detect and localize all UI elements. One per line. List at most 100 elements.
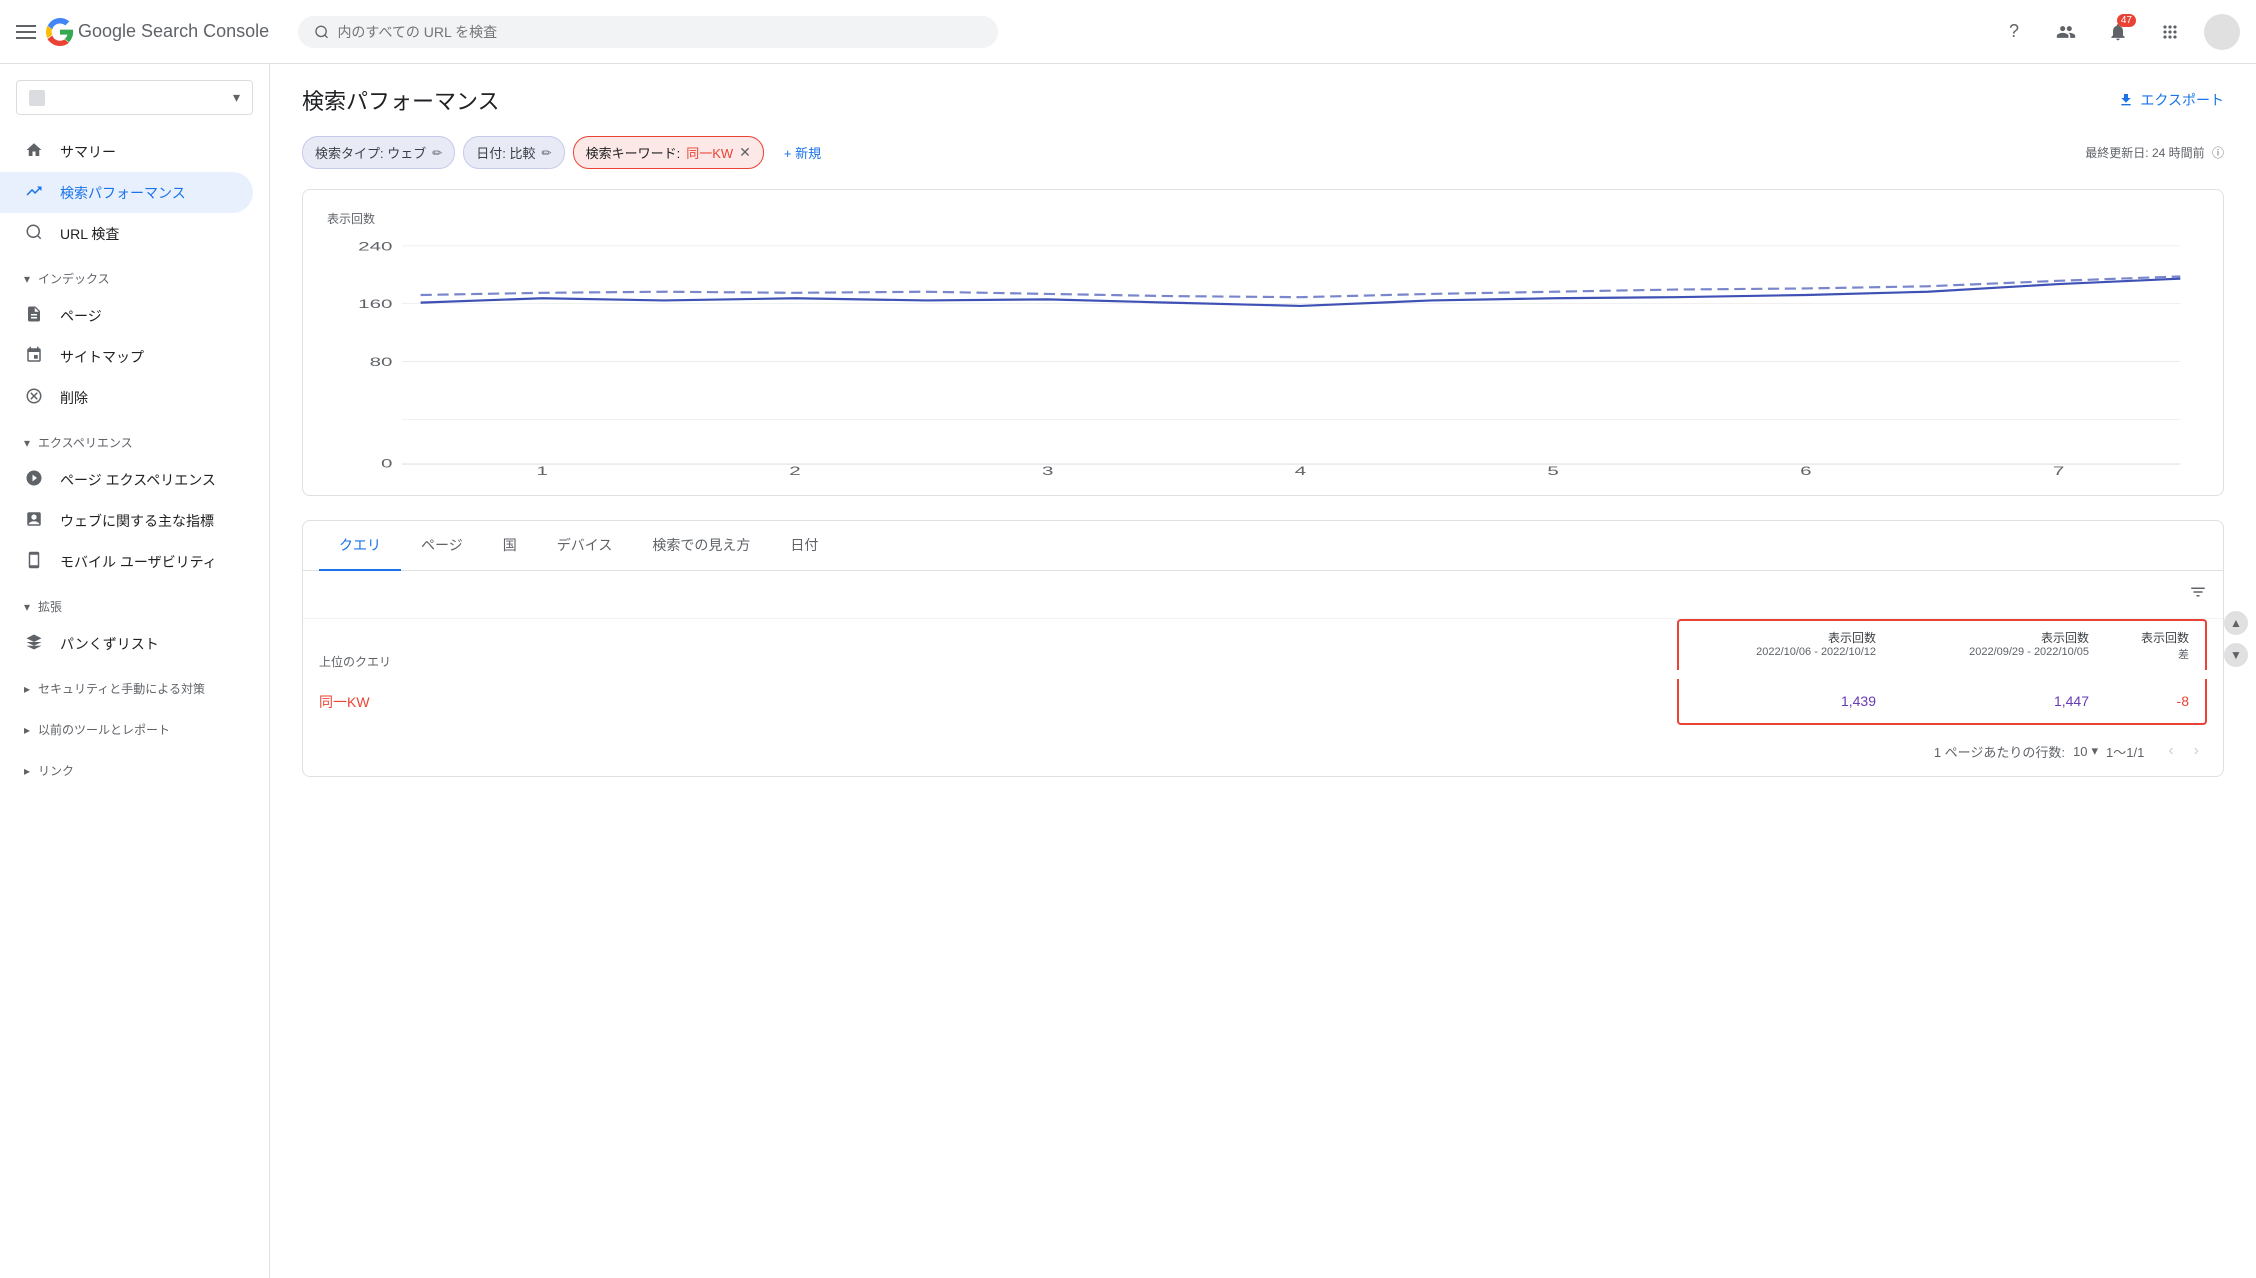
next-page-button[interactable]: › — [2186, 738, 2207, 764]
google-logo-icon — [46, 18, 74, 46]
chip-keyword-label: 検索キーワード: — [586, 143, 681, 162]
tab-page[interactable]: ページ — [401, 521, 483, 571]
links-section-header[interactable]: ▸ リンク — [0, 754, 269, 787]
notifications-button[interactable]: 47 — [2100, 14, 2136, 50]
sidebar-item-page-experience[interactable]: ページ エクスペリエンス — [0, 459, 253, 500]
page-experience-icon — [24, 469, 44, 490]
row-highlighted: 1,439 1,447 -8 — [1677, 679, 2207, 725]
tab-search-appearance[interactable]: 検索での見え方 — [632, 521, 770, 571]
legacy-section-label: 以前のツールとレポート — [38, 721, 170, 738]
security-chevron-icon: ▸ — [24, 682, 30, 696]
sidebar-label-breadcrumbs: パンくずリスト — [60, 634, 159, 654]
export-button[interactable]: エクスポート — [2118, 90, 2224, 110]
tab-date[interactable]: 日付 — [770, 521, 838, 571]
last-updated-text: 最終更新日: 24 時間前 — [2085, 146, 2204, 160]
sidebar-item-mobile-usability[interactable]: モバイル ユーザビリティ — [0, 541, 253, 582]
experience-section-header[interactable]: ▾ エクスペリエンス — [0, 426, 269, 459]
diff-cell: -8 — [2105, 679, 2205, 723]
chip-edit-icon[interactable]: ✏ — [432, 146, 442, 160]
table-row: 同一KW 1,439 1,447 -8 — [319, 678, 2207, 726]
chip-keyword[interactable]: 検索キーワード: 同一KW ✕ — [573, 136, 764, 169]
accounts-button[interactable] — [2048, 14, 2084, 50]
index-section-header[interactable]: ▾ インデックス — [0, 262, 269, 295]
column-headers-highlighted: 表示回数 2022/10/06 - 2022/10/12 表示回数 2022/0… — [1677, 619, 2207, 670]
new-filter-button[interactable]: + 新規 — [772, 137, 833, 168]
svg-text:3: 3 — [1042, 464, 1053, 475]
extensions-section: ▾ 拡張 パンくずリスト — [0, 590, 269, 664]
tabs: クエリ ページ 国 デバイス 検索での見え方 日付 — [303, 521, 2223, 571]
mobile-icon — [24, 551, 44, 572]
notification-badge: 47 — [2117, 14, 2136, 27]
sidebar-item-url-inspection[interactable]: URL 検査 — [0, 213, 253, 254]
pagination-info: 1 ページあたりの行数: 10 ▾ 1〜1/1 — [1934, 742, 2145, 761]
sidebar-item-removal[interactable]: 削除 — [0, 377, 253, 418]
new-filter-label: + 新規 — [784, 143, 821, 162]
scroll-up-button[interactable]: ▲ — [2224, 611, 2248, 635]
chart-y-label: 表示回数 — [327, 210, 2199, 227]
page-title: 検索パフォーマンス — [302, 84, 500, 116]
pagination: 1 ページあたりの行数: 10 ▾ 1〜1/1 ‹ › — [303, 726, 2223, 776]
chip-search-type[interactable]: 検索タイプ: ウェブ ✏ — [302, 136, 455, 169]
extensions-section-header[interactable]: ▾ 拡張 — [0, 590, 269, 623]
extensions-chevron-icon: ▾ — [24, 600, 30, 614]
security-section-header[interactable]: ▸ セキュリティと手動による対策 — [0, 672, 269, 705]
col-header-impressions2: 表示回数 2022/09/29 - 2022/10/05 — [1892, 621, 2105, 670]
sidebar-item-summary[interactable]: サマリー — [0, 131, 253, 172]
rows-select[interactable]: 10 ▾ — [2073, 743, 2098, 759]
svg-text:240: 240 — [358, 240, 392, 254]
pages-icon — [24, 305, 44, 326]
main-layout: ▾ サマリー 検索パフォーマンス URL 検査 ▾ インデックス — [0, 64, 2256, 1278]
svg-text:2: 2 — [789, 464, 800, 475]
tab-country[interactable]: 国 — [483, 521, 537, 571]
sidebar-label-search-performance: 検索パフォーマンス — [60, 183, 186, 203]
tab-page-label: ページ — [421, 537, 463, 553]
search-input[interactable] — [337, 24, 982, 40]
sidebar-label-page-experience: ページ エクスペリエンス — [60, 470, 216, 490]
sidebar-item-pages[interactable]: ページ — [0, 295, 253, 336]
sidebar-label-removal: 削除 — [60, 388, 88, 408]
page-nav: ‹ › — [2160, 738, 2207, 764]
apps-button[interactable] — [2152, 14, 2188, 50]
top-queries-label: 上位のクエリ — [319, 653, 1677, 670]
grid-icon — [2160, 22, 2180, 42]
web-vitals-icon — [24, 510, 44, 531]
scroll-down-button[interactable]: ▼ — [2224, 643, 2248, 667]
prev-page-button[interactable]: ‹ — [2160, 738, 2181, 764]
sidebar-item-web-vitals[interactable]: ウェブに関する主な指標 — [0, 500, 253, 541]
page-header: 検索パフォーマンス エクスポート — [302, 84, 2224, 116]
impressions1-cell: 1,439 — [1679, 679, 1892, 723]
removal-icon — [24, 387, 44, 408]
breadcrumbs-icon — [24, 633, 44, 654]
export-label: エクスポート — [2140, 90, 2224, 110]
sitemap-icon — [24, 346, 44, 367]
chip-date-edit-icon[interactable]: ✏ — [542, 146, 552, 160]
tab-query[interactable]: クエリ — [319, 521, 401, 571]
property-selector[interactable]: ▾ — [16, 80, 253, 115]
menu-icon[interactable] — [16, 25, 36, 39]
chip-date[interactable]: 日付: 比較 ✏ — [463, 136, 564, 169]
query-link[interactable]: 同一KW — [319, 694, 370, 710]
help-button[interactable]: ? — [1996, 14, 2032, 50]
col-header-impressions1: 表示回数 2022/10/06 - 2022/10/12 — [1679, 621, 1892, 670]
security-section-label: セキュリティと手動による対策 — [38, 680, 205, 697]
sidebar-item-sitemap[interactable]: サイトマップ — [0, 336, 253, 377]
filter-icon[interactable] — [2189, 583, 2207, 606]
legacy-section-header[interactable]: ▸ 以前のツールとレポート — [0, 713, 269, 746]
avatar[interactable] — [2204, 14, 2240, 50]
chip-keyword-value: 同一KW — [686, 143, 733, 162]
property-select-dropdown[interactable]: ▾ — [16, 80, 253, 115]
sidebar-label-mobile-usability: モバイル ユーザビリティ — [60, 552, 217, 572]
chip-close-icon[interactable]: ✕ — [739, 144, 751, 161]
help-icon: ? — [2009, 21, 2019, 42]
tab-device[interactable]: デバイス — [537, 521, 633, 571]
table-toolbar — [303, 571, 2223, 619]
url-search-icon — [24, 223, 44, 244]
sidebar-item-search-performance[interactable]: 検索パフォーマンス — [0, 172, 253, 213]
tab-query-label: クエリ — [339, 537, 381, 553]
sidebar-item-breadcrumbs[interactable]: パンくずリスト — [0, 623, 253, 664]
svg-text:7: 7 — [2053, 464, 2064, 475]
links-section-label: リンク — [38, 762, 74, 779]
search-bar[interactable] — [298, 16, 998, 48]
svg-text:1: 1 — [537, 464, 548, 475]
extensions-section-label: 拡張 — [38, 598, 62, 615]
